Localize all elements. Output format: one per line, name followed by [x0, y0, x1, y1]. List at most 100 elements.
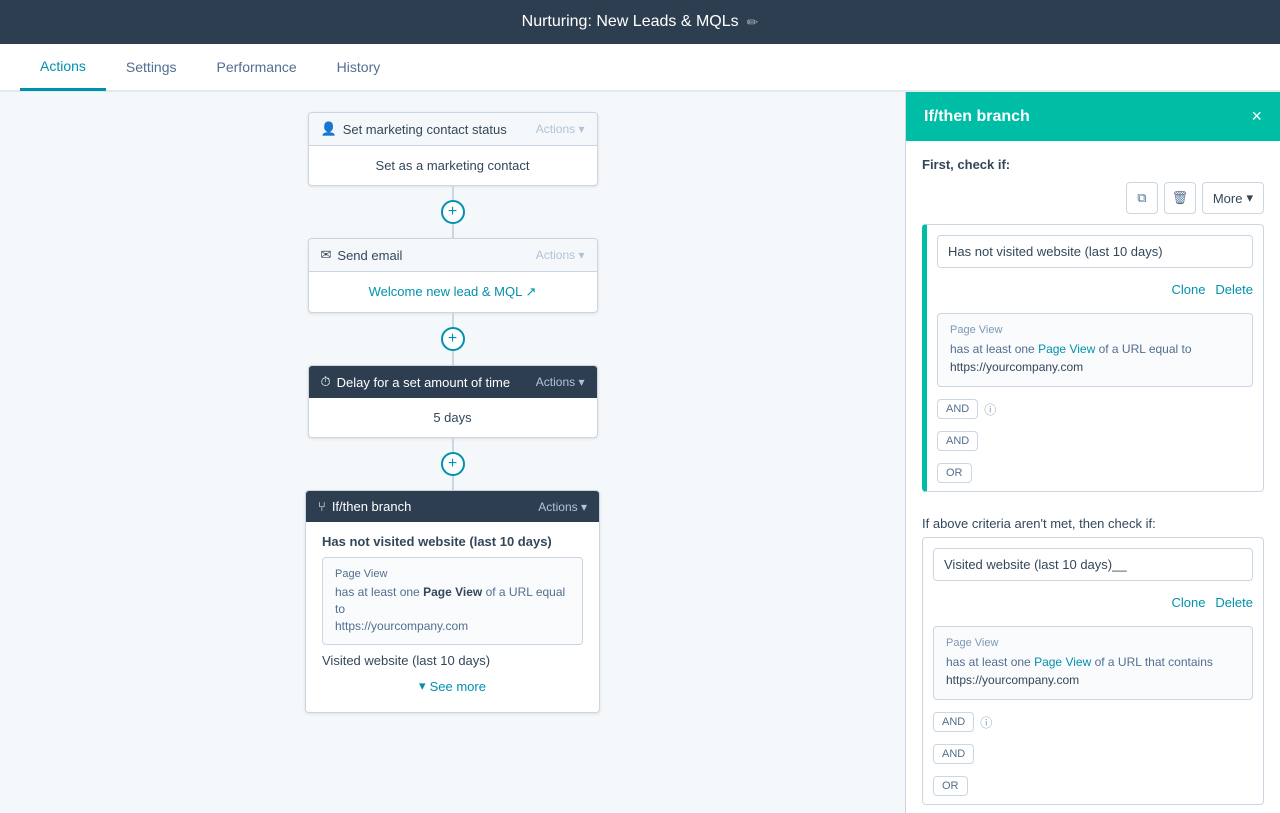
mail-icon: ✉	[321, 247, 332, 263]
chevron-down-icon: ▾	[419, 678, 426, 694]
line-4	[452, 351, 454, 365]
branch2-delete-link[interactable]: Delete	[1215, 595, 1253, 610]
branch1-and-row2: AND	[927, 427, 1263, 459]
branch1-and-button2[interactable]: AND	[937, 431, 978, 451]
branch1-and-button[interactable]: AND	[937, 399, 978, 419]
delay-header-left: ⏱ Delay for a set amount of time	[321, 374, 511, 390]
node-delay-actions[interactable]: Actions ▾	[536, 375, 585, 389]
branch2-card-actions: Clone Delete	[923, 589, 1263, 618]
node-delay-header: ⏱ Delay for a set amount of time Actions…	[309, 366, 597, 398]
line-2	[452, 224, 454, 238]
delete-button[interactable]: 🗑	[1164, 182, 1196, 214]
branch1-condition-box: Page View has at least one Page View of …	[322, 557, 583, 645]
branch1-card: Clone Delete Page View has at least one …	[922, 224, 1264, 492]
add-btn-2[interactable]: +	[441, 327, 465, 351]
tab-settings[interactable]: Settings	[106, 45, 197, 89]
branch1-or-button[interactable]: OR	[937, 463, 972, 483]
branch2-condition-box-panel: Page View has at least one Page View of …	[933, 626, 1253, 700]
branch2-or-button[interactable]: OR	[933, 776, 968, 796]
node-delay: ⏱ Delay for a set amount of time Actions…	[308, 365, 598, 438]
branch1-card-actions: Clone Delete	[927, 276, 1263, 305]
criteria-text: If above criteria aren't met, then check…	[922, 506, 1264, 537]
close-panel-button[interactable]: ×	[1251, 106, 1262, 127]
node-set-marketing-header: 👤 Set marketing contact status Actions ▾	[309, 113, 597, 146]
branch2-name-input[interactable]	[933, 548, 1253, 581]
node-send-email-body: Welcome new lead & MQL ↗	[309, 272, 597, 312]
user-icon: 👤	[321, 121, 337, 137]
branch2-condition-text-panel: has at least one Page View of a URL that…	[946, 653, 1240, 689]
node-send-email: ✉ Send email Actions ▾ Welcome new lead …	[308, 238, 598, 313]
node-set-marketing: 👤 Set marketing contact status Actions ▾…	[308, 112, 598, 186]
see-more-btn[interactable]: ▾ See more	[322, 672, 583, 700]
branch2-clone-link[interactable]: Clone	[1171, 595, 1205, 610]
node-ifthen: ⑂ If/then branch Actions ▾ Has not visit…	[305, 490, 600, 713]
node-ifthen-header: ⑂ If/then branch Actions ▾	[306, 491, 599, 522]
external-link-icon: ↗	[525, 284, 536, 299]
branch-header-left: ⑂ If/then branch	[318, 499, 411, 514]
header-left: 👤 Set marketing contact status	[321, 121, 507, 137]
branch1-title: Has not visited website (last 10 days)	[322, 534, 583, 549]
node-send-email-header: ✉ Send email Actions ▾	[309, 239, 597, 272]
line-1	[452, 186, 454, 200]
tab-performance[interactable]: Performance	[197, 45, 317, 89]
branch1-clone-link[interactable]: Clone	[1171, 282, 1205, 297]
node-set-marketing-title: Set marketing contact status	[343, 122, 507, 137]
connector-add-3: +	[441, 438, 465, 490]
first-check-label: First, check if:	[922, 157, 1264, 172]
node-set-marketing-body: Set as a marketing contact	[309, 146, 597, 185]
branch1-condition-text-panel: has at least one Page View of a URL equa…	[950, 340, 1240, 376]
panel-title: If/then branch	[924, 108, 1030, 126]
line-3	[452, 313, 454, 327]
canvas: 👤 Set marketing contact status Actions ▾…	[0, 92, 905, 813]
tab-history[interactable]: History	[317, 45, 401, 89]
node-ifthen-actions[interactable]: Actions ▾	[538, 500, 587, 514]
branch1-condition-text: has at least one Page View of a URL equa…	[335, 584, 570, 634]
workflow-title: Nurturing: New Leads & MQLs	[522, 13, 739, 31]
connector-add-1: +	[441, 186, 465, 238]
branch1-condition-label-panel: Page View	[950, 324, 1240, 336]
branch2-info-icon[interactable]: ⓘ	[980, 714, 992, 731]
branch2-and-button2[interactable]: AND	[933, 744, 974, 764]
edit-title-icon[interactable]	[747, 14, 759, 31]
branch1-delete-link[interactable]: Delete	[1215, 282, 1253, 297]
branch1-name-input[interactable]	[937, 235, 1253, 268]
branch2-or-row: OR	[923, 772, 1263, 804]
branch2-and-row: AND ⓘ	[923, 708, 1263, 740]
line-5	[452, 438, 454, 452]
node-delay-title: Delay for a set amount of time	[337, 375, 510, 390]
branch1-condition-label: Page View	[335, 568, 570, 580]
nav-tabs: Actions Settings Performance History	[0, 44, 1280, 92]
branch1-and-row: AND ⓘ	[927, 395, 1263, 427]
flow-container: 👤 Set marketing contact status Actions ▾…	[153, 112, 753, 713]
branch2-and-row2: AND	[923, 740, 1263, 772]
branch2-title-canvas: Visited website (last 10 days)	[322, 653, 583, 668]
branch2-condition-label-panel: Page View	[946, 637, 1240, 649]
add-btn-1[interactable]: +	[441, 200, 465, 224]
main-layout: 👤 Set marketing contact status Actions ▾…	[0, 92, 1280, 813]
add-btn-3[interactable]: +	[441, 452, 465, 476]
branch1-or-row: OR	[927, 459, 1263, 491]
clock-icon: ⏱	[321, 374, 331, 390]
info-icon[interactable]: ⓘ	[984, 401, 996, 418]
branch1-condition-box-panel: Page View has at least one Page View of …	[937, 313, 1253, 387]
email-header-left: ✉ Send email	[321, 247, 403, 263]
panel-toolbar: ⧉ 🗑 More ▾	[922, 182, 1264, 214]
node-send-email-actions[interactable]: Actions ▾	[536, 248, 585, 262]
email-link[interactable]: Welcome new lead & MQL ↗	[369, 284, 537, 299]
copy-button[interactable]: ⧉	[1126, 182, 1158, 214]
chevron-more-icon: ▾	[1246, 190, 1253, 206]
connector-add-2: +	[441, 313, 465, 365]
top-bar: Nurturing: New Leads & MQLs	[0, 0, 1280, 44]
node-set-marketing-actions[interactable]: Actions ▾	[536, 122, 585, 136]
more-label: More	[1213, 191, 1243, 206]
right-panel: If/then branch × First, check if: ⧉ 🗑 Mo…	[905, 92, 1280, 813]
tab-actions[interactable]: Actions	[20, 44, 106, 91]
panel-content: First, check if: ⧉ 🗑 More ▾ Clone Delete	[906, 141, 1280, 813]
line-6	[452, 476, 454, 490]
branch-icon: ⑂	[318, 499, 326, 514]
branch2-and-button[interactable]: AND	[933, 712, 974, 732]
more-button[interactable]: More ▾	[1202, 182, 1264, 214]
node-send-email-title: Send email	[337, 248, 402, 263]
panel-header: If/then branch ×	[906, 92, 1280, 141]
branch-inner: Has not visited website (last 10 days) P…	[306, 522, 599, 712]
